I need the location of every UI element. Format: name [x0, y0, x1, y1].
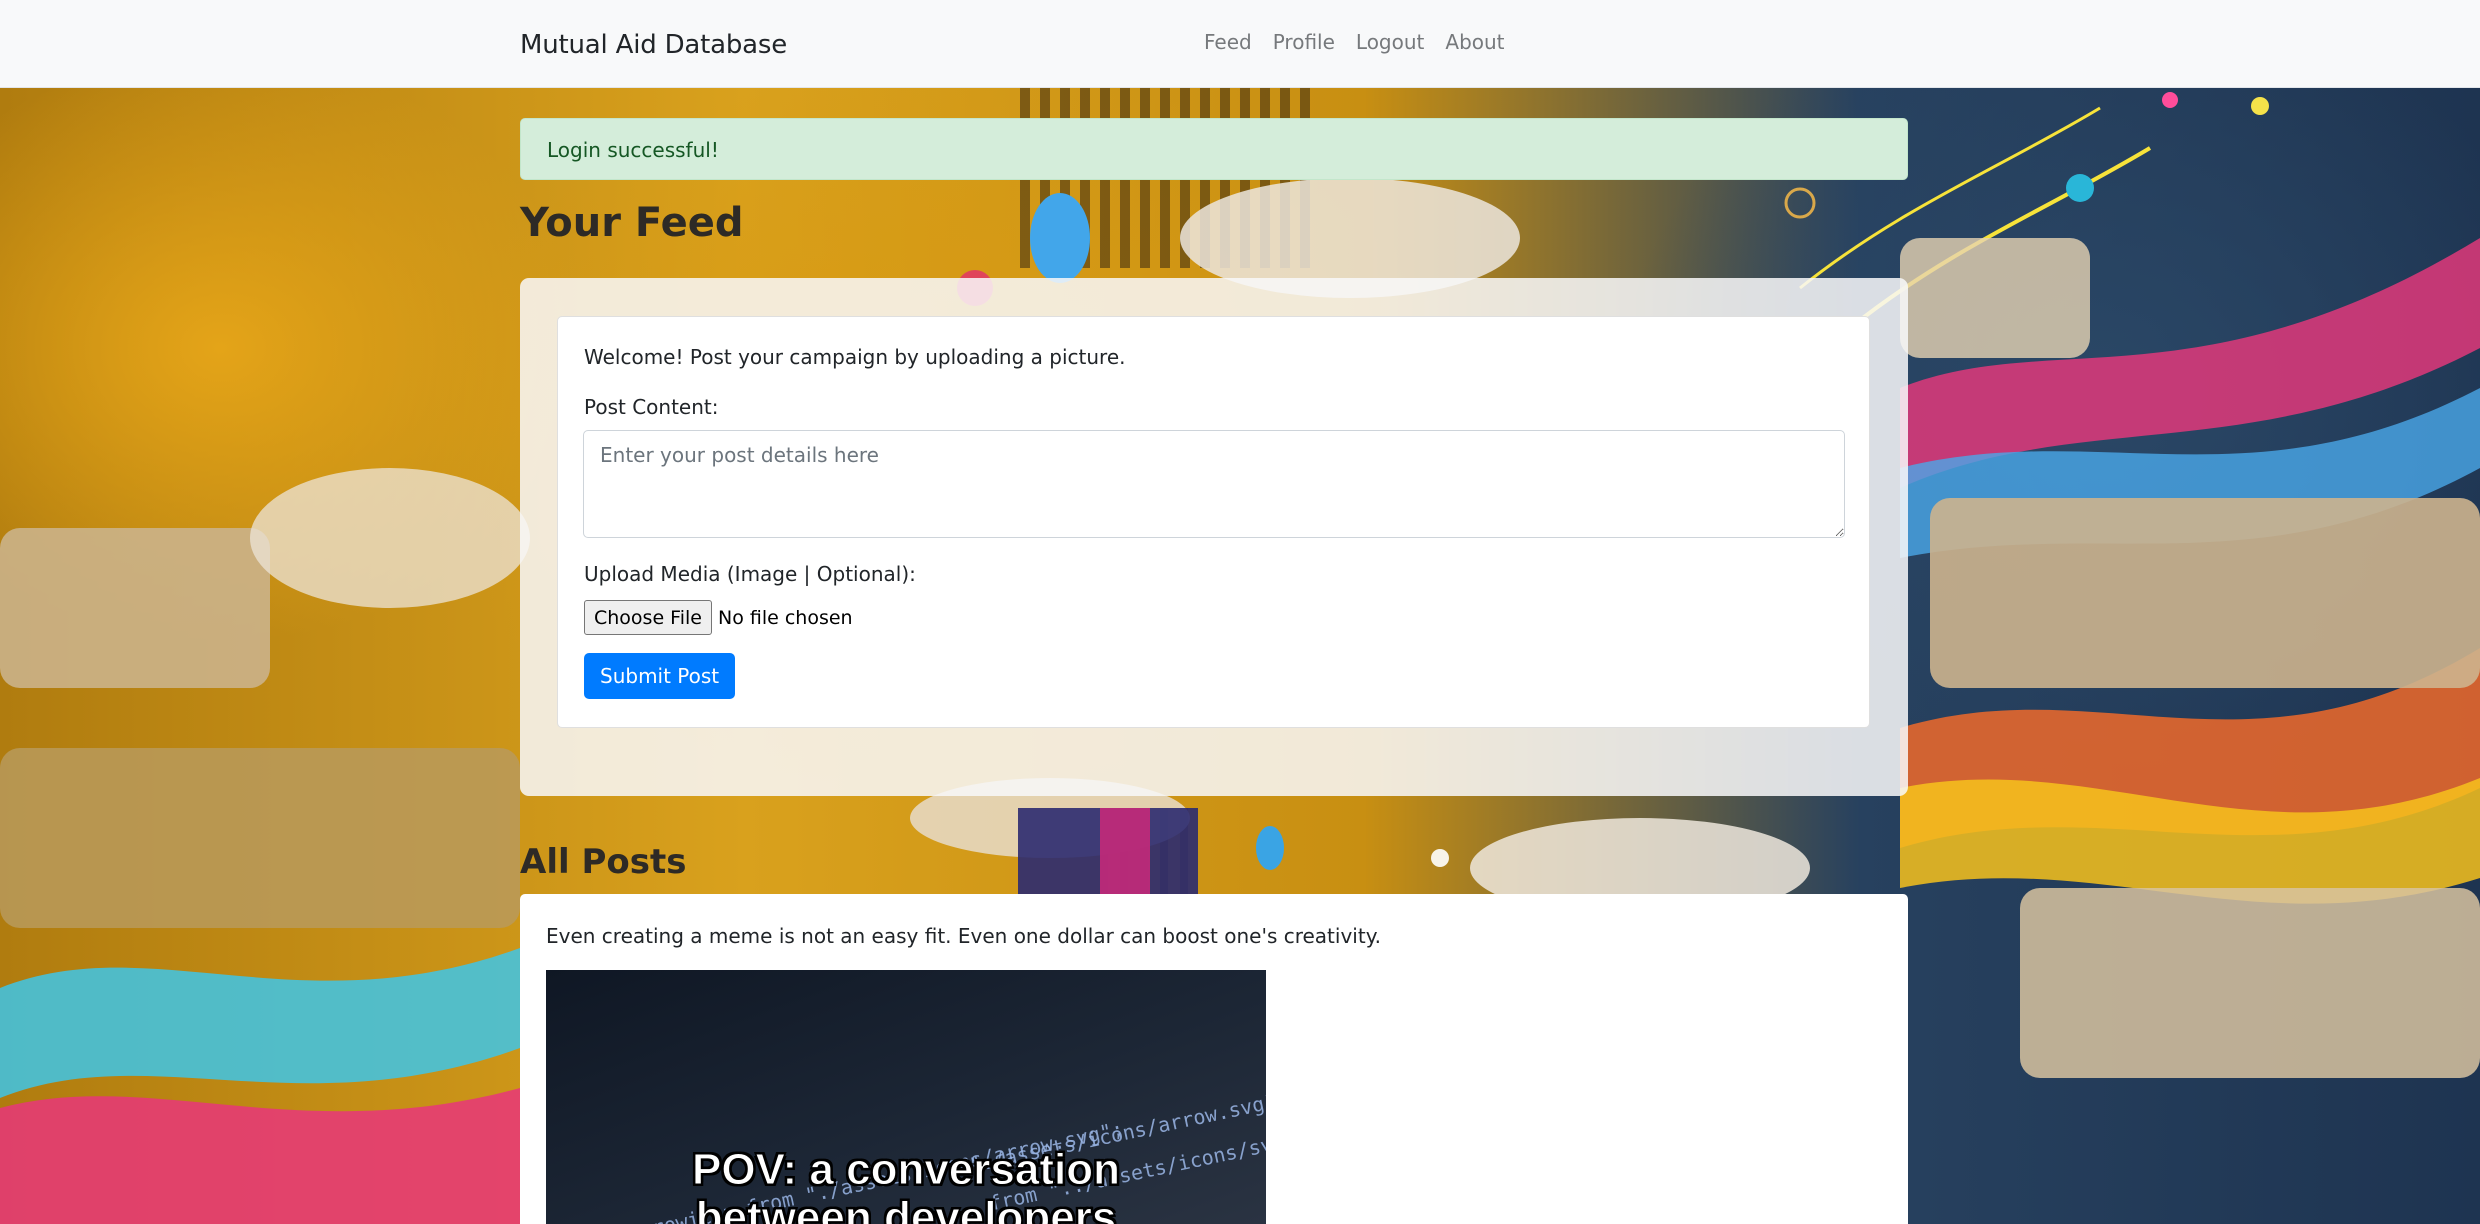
nav-link-logout[interactable]: Logout	[1356, 30, 1424, 54]
feed-heading: Your Feed	[520, 200, 744, 246]
all-posts-heading: All Posts	[520, 842, 687, 882]
welcome-text: Welcome! Post your campaign by uploading…	[584, 345, 1126, 369]
post-card: Even creating a meme is not an easy fit.…	[520, 894, 1908, 1224]
upload-media-label: Upload Media (Image | Optional):	[584, 562, 916, 586]
post-content-input[interactable]	[583, 430, 1845, 538]
choose-file-button[interactable]: Choose File	[584, 600, 712, 635]
nav-link-profile[interactable]: Profile	[1273, 30, 1335, 54]
login-success-alert: Login successful!	[520, 118, 1908, 180]
new-post-card: Welcome! Post your campaign by uploading…	[557, 316, 1870, 728]
brand-logo[interactable]: Mutual Aid Database	[520, 30, 787, 60]
post-text: Even creating a meme is not an easy fit.…	[546, 924, 1382, 948]
alert-message: Login successful!	[547, 138, 719, 162]
feed-panel: Welcome! Post your campaign by uploading…	[520, 278, 1908, 796]
nav-links: Feed Profile Logout About	[1204, 30, 1505, 54]
post-image[interactable]: "./assets/icons/arrow.svg"; mport as Arr…	[546, 970, 1266, 1224]
image-caption: between developers	[695, 1193, 1117, 1224]
top-navbar: Mutual Aid Database Feed Profile Logout …	[0, 0, 2480, 88]
submit-post-button[interactable]: Submit Post	[584, 653, 736, 699]
nav-link-feed[interactable]: Feed	[1204, 30, 1252, 54]
file-status-text: No file chosen	[717, 606, 853, 629]
nav-link-about[interactable]: About	[1445, 30, 1504, 54]
file-input: Choose File No file chosen	[584, 600, 853, 635]
image-caption: POV: a conversation	[692, 1145, 1121, 1194]
post-content-label: Post Content:	[584, 395, 719, 419]
